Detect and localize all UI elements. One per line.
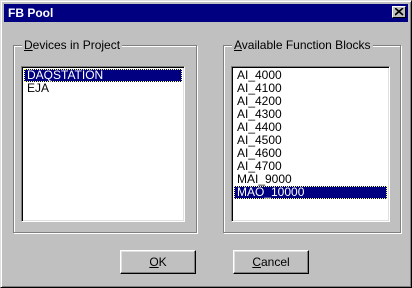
fb-pool-dialog: FB Pool Devices in Project DAQSTATION EJA… (0, 0, 412, 288)
title-bar[interactable]: FB Pool (4, 4, 408, 22)
window-title: FB Pool (8, 6, 54, 20)
devices-group-label: Devices in Project (22, 38, 123, 52)
ok-button[interactable]: OK (120, 250, 196, 274)
devices-group: Devices in Project DAQSTATION EJA (13, 38, 197, 233)
function-blocks-listbox[interactable]: AI_4000 AI_4100 AI_4200 AI_4300 AI_4400 AI_45… (231, 66, 390, 222)
close-icon (395, 8, 404, 16)
function-blocks-group: Available Function Blocks AI_4000 AI_4100… (223, 38, 401, 233)
close-button[interactable] (392, 6, 406, 18)
cancel-button[interactable]: Cancel (233, 250, 309, 274)
devices-listbox[interactable]: DAQSTATION EJA (21, 66, 185, 222)
function-blocks-group-label: Available Function Blocks (232, 38, 373, 52)
list-item[interactable]: MAO_10000 (234, 186, 387, 199)
list-item[interactable]: EJA (24, 82, 182, 95)
